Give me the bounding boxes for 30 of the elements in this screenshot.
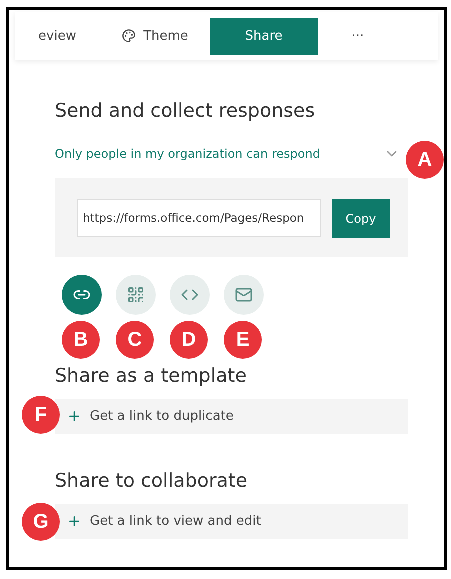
callout-marker: D [170,321,208,359]
copy-button[interactable]: Copy [332,199,390,238]
share-method-button[interactable] [224,275,264,315]
mail-icon [235,286,253,304]
section-heading: Send and collect responses [55,100,316,122]
url-field[interactable]: https://forms.office.com/Pages/Respon [77,199,321,237]
tab[interactable]: Theme [100,18,210,54]
share-method-button[interactable] [116,275,156,315]
section-heading: Share as a template [55,365,248,387]
share-method-button[interactable] [62,275,102,315]
action-row[interactable]: Get a link to duplicate [55,399,408,434]
callout-marker: B [62,321,100,359]
callout-marker: E [224,321,262,359]
section-heading: Share to collaborate [55,470,249,492]
tab[interactable]: Share [210,18,318,54]
palette-icon [122,29,136,43]
callout-marker: F [22,396,60,434]
action-label: Get a link to duplicate [90,409,234,424]
plus-icon [67,514,82,529]
tab[interactable]: eview [15,18,100,54]
callout-marker: C [116,321,154,359]
action-label: Get a link to view and edit [90,514,262,529]
tab[interactable]: ··· [318,18,398,54]
plus-icon [67,409,82,424]
audience-dropdown[interactable]: Only people in my organization can respond [55,147,320,161]
share-method-button[interactable] [170,275,210,315]
callout-marker: G [22,503,60,541]
qr-code-icon [127,286,145,304]
callout-marker: A [406,141,444,179]
action-row[interactable]: Get a link to view and edit [55,504,408,539]
